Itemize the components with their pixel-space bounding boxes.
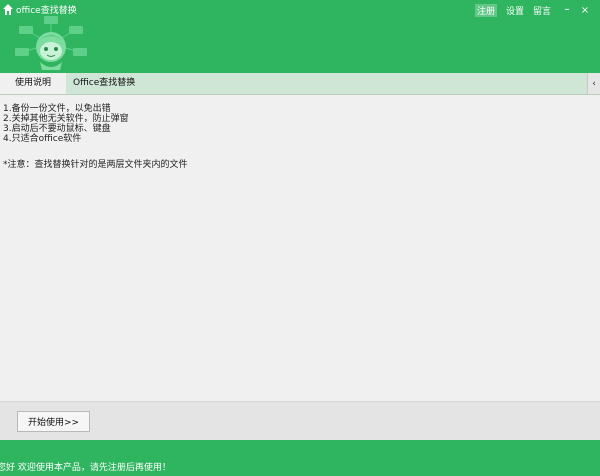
top-nav: 注册 设置 留言 – × bbox=[474, 3, 600, 17]
instruction-line: 3.启动后不要动鼠标、键盘 bbox=[3, 124, 111, 134]
instruction-line: 1.备份一份文件，以免出错 bbox=[3, 104, 111, 114]
register-link[interactable]: 注册 bbox=[474, 3, 497, 17]
mascot-logo-icon bbox=[15, 16, 87, 70]
status-bar: 您好 欢迎使用本产品，请先注册后再使用！ bbox=[0, 440, 600, 476]
start-button[interactable]: 开始使用>> bbox=[17, 411, 90, 432]
tab-usage-instructions[interactable]: 使用说明 bbox=[0, 73, 66, 94]
settings-link[interactable]: 设置 bbox=[506, 4, 524, 17]
minimize-button[interactable]: – bbox=[560, 5, 574, 15]
instructions-list: 1.备份一份文件，以免出错 2.关掉其他无关软件，防止弹窗 3.启动后不要动鼠标… bbox=[3, 104, 129, 144]
chevron-left-icon: ‹ bbox=[592, 78, 596, 89]
app-header: office查找替换 注册 设置 留言 – × bbox=[0, 0, 600, 73]
status-message: 您好 欢迎使用本产品，请先注册后再使用！ bbox=[0, 463, 171, 473]
action-bar: 开始使用>> bbox=[0, 401, 600, 440]
tab-office-find-replace[interactable]: Office查找替换 bbox=[73, 73, 135, 94]
tab-bar: 使用说明 Office查找替换 ‹ bbox=[0, 73, 600, 95]
home-icon bbox=[3, 3, 13, 15]
tab-scroll-left-button[interactable]: ‹ bbox=[587, 73, 600, 94]
instructions-panel: 1.备份一份文件，以免出错 2.关掉其他无关软件，防止弹窗 3.启动后不要动鼠标… bbox=[0, 95, 600, 401]
instruction-line: 2.关掉其他无关软件，防止弹窗 bbox=[3, 114, 129, 124]
instruction-line: 4.只适合office软件 bbox=[3, 134, 82, 144]
warning-note: *注意：查找替换针对的是两层文件夹内的文件 bbox=[3, 160, 188, 170]
close-button[interactable]: × bbox=[578, 5, 592, 16]
feedback-link[interactable]: 留言 bbox=[533, 4, 551, 17]
